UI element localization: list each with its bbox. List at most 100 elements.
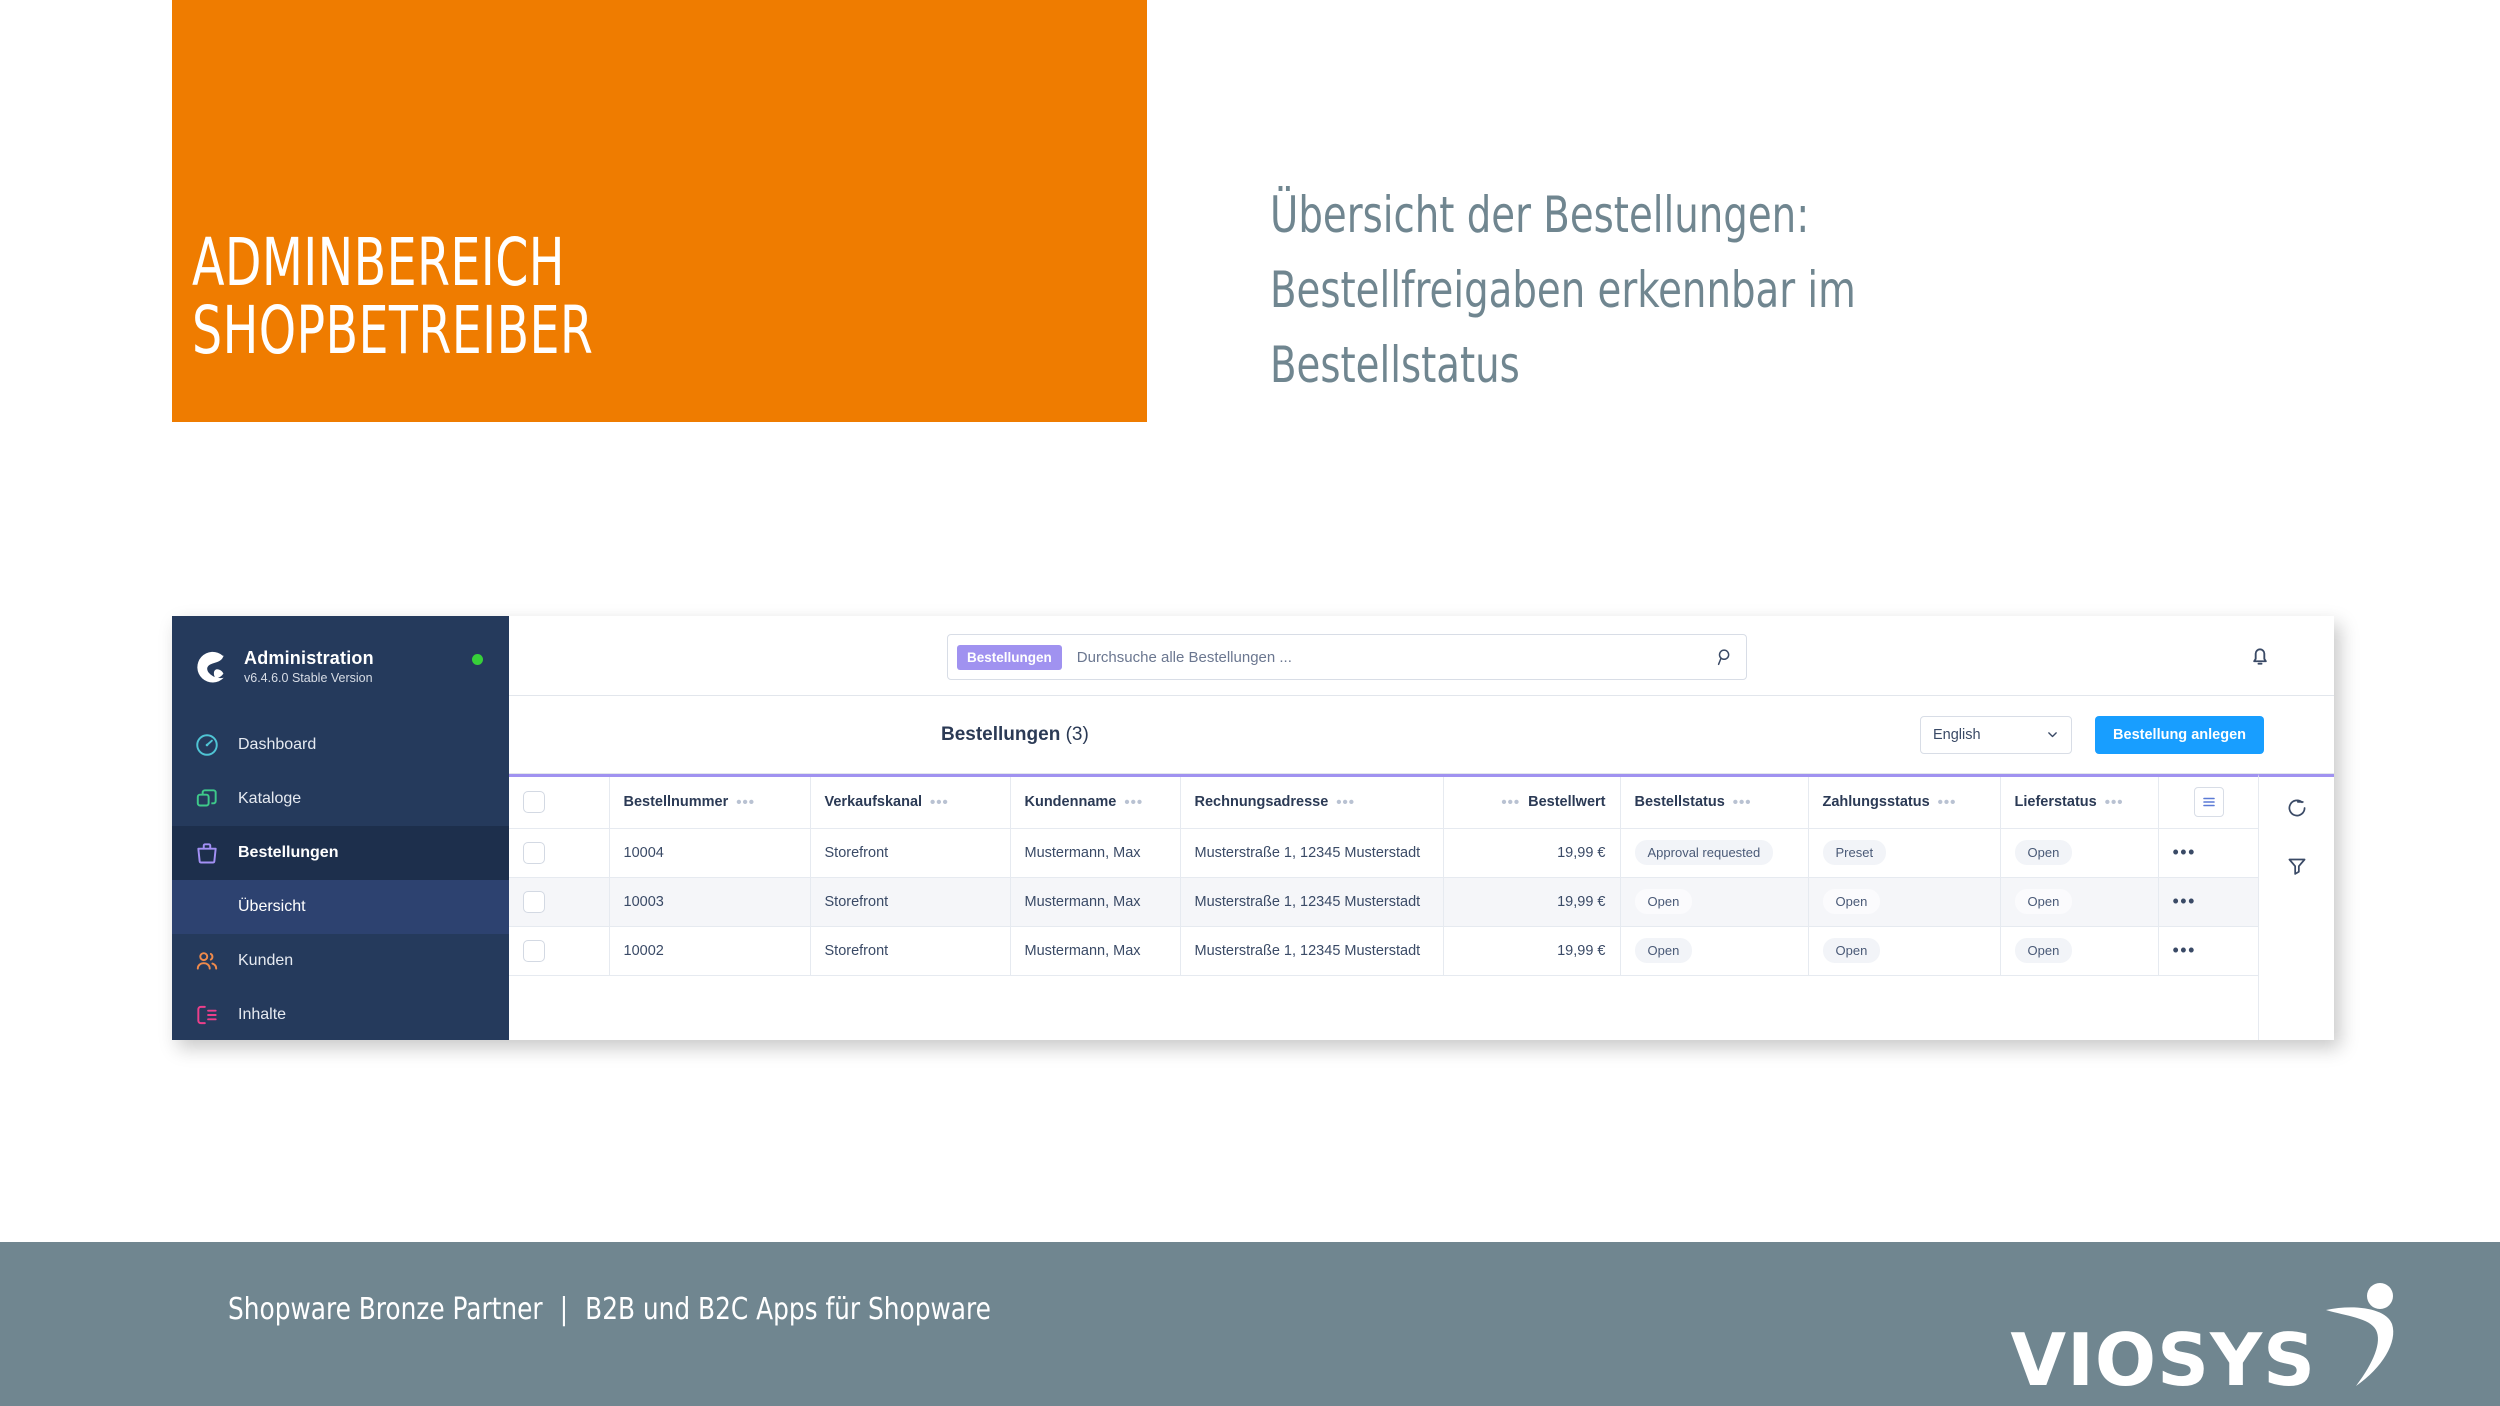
column-header-zahlungsstatus[interactable]: Zahlungsstatus ••• [1808, 777, 2001, 829]
table-row[interactable]: 10003 Storefront Mustermann, Max Musters… [509, 877, 2258, 927]
language-select[interactable]: English [1920, 715, 2072, 754]
admin-window: Administration v6.4.6.0 Stable Version D… [172, 616, 2334, 1040]
column-header-kundenname[interactable]: Kundenname ••• [1010, 777, 1181, 829]
sidebar-item-kunden[interactable]: Kunden [172, 934, 509, 988]
slide-heading-line-1: Übersicht der Bestellungen: [1270, 186, 1810, 244]
search-scope-chip[interactable]: Bestellungen [957, 644, 1062, 670]
slide-title-line-1: ADMINBEREICH [192, 224, 565, 302]
status-badge: Open [1634, 889, 1693, 914]
slide-root: ADMINBEREICH SHOPBETREIBER Übersicht der… [0, 0, 2500, 1406]
footer-text-left: Shopware Bronze Partner [228, 1292, 543, 1327]
row-checkbox[interactable] [523, 890, 545, 913]
column-header-lieferstatus[interactable]: Lieferstatus ••• [2000, 777, 2159, 829]
search-input[interactable]: Durchsuche alle Bestellungen ... [1062, 649, 1714, 666]
status-badge: Open [2014, 840, 2073, 865]
column-header-rechnungsadresse[interactable]: Rechnungsadresse ••• [1180, 777, 1444, 829]
row-actions-button[interactable]: ••• [2173, 842, 2196, 862]
cell-bestellwert: 19,99 € [1443, 926, 1621, 976]
row-actions-button[interactable]: ••• [2173, 891, 2196, 911]
content-icon [197, 1005, 217, 1025]
filter-icon[interactable] [2284, 853, 2310, 879]
status-badge: Open [2014, 889, 2073, 914]
admin-content: Bestellungen Durchsuche alle Bestellunge… [509, 616, 2334, 1040]
cell-row-actions: ••• [2158, 926, 2258, 976]
row-checkbox[interactable] [523, 939, 545, 962]
column-menu-icon[interactable]: ••• [1501, 795, 1520, 810]
cell-rechnungsadresse: Musterstraße 1, 12345 Musterstadt [1180, 926, 1444, 976]
notifications-button[interactable] [2246, 642, 2274, 670]
column-menu-icon[interactable]: ••• [930, 795, 949, 810]
select-all-header [509, 777, 610, 829]
cell-zahlungsstatus: Open [1808, 926, 2001, 976]
sidebar-subitem-uebersicht[interactable]: Übersicht [172, 880, 509, 934]
cell-row-actions: ••• [2158, 828, 2258, 878]
column-menu-icon[interactable]: ••• [1124, 795, 1143, 810]
status-dot [472, 654, 483, 665]
table-row[interactable]: 10002 Storefront Mustermann, Max Musters… [509, 926, 2258, 976]
sidebar-item-inhalte[interactable]: Inhalte [172, 988, 509, 1040]
column-menu-icon[interactable]: ••• [736, 795, 755, 810]
column-menu-icon[interactable]: ••• [1733, 795, 1752, 810]
orders-table: Bestellnummer ••• Verkaufskanal ••• Kund… [509, 777, 2258, 976]
column-header-bestellwert[interactable]: ••• Bestellwert [1443, 777, 1621, 829]
row-checkbox[interactable] [523, 841, 545, 864]
orders-table-zone: Bestellnummer ••• Verkaufskanal ••• Kund… [509, 774, 2334, 1040]
column-header-label: Zahlungsstatus [1822, 794, 1930, 811]
status-badge: Open [1822, 938, 1881, 963]
column-menu-icon[interactable]: ••• [1336, 795, 1355, 810]
cell-kundenname: Mustermann, Max [1010, 828, 1181, 878]
sidebar-item-label: Kataloge [238, 790, 302, 807]
list-settings-icon [2203, 797, 2215, 807]
footer-separator: | [559, 1292, 569, 1327]
bell-icon [2253, 648, 2267, 665]
search-icon[interactable] [1714, 646, 1736, 668]
cell-rechnungsadresse: Musterstraße 1, 12345 Musterstadt [1180, 877, 1444, 927]
column-menu-icon[interactable]: ••• [1938, 795, 1957, 810]
column-header-label: Rechnungsadresse [1194, 794, 1329, 811]
sidebar-item-dashboard[interactable]: Dashboard [172, 718, 509, 772]
page-title-text: Bestellungen [941, 723, 1061, 745]
sidebar-item-label: Inhalte [238, 1006, 287, 1023]
catalog-icon [196, 789, 217, 807]
cell-row-actions: ••• [2158, 877, 2258, 927]
cell-verkaufskanal: Storefront [810, 877, 1011, 927]
column-menu-icon[interactable]: ••• [2105, 795, 2124, 810]
cell-lieferstatus: Open [2000, 828, 2159, 878]
sidebar-item-kataloge[interactable]: Kataloge [172, 772, 509, 826]
status-badge: Open [1634, 938, 1693, 963]
sidebar-nav: Dashboard Kataloge Bestellungen Übersich… [172, 718, 509, 1040]
status-badge: Preset [1822, 840, 1887, 865]
shopware-logo-icon [197, 651, 224, 683]
refresh-icon[interactable] [2284, 795, 2310, 821]
column-settings-button[interactable] [2194, 787, 2224, 818]
cell-verkaufskanal: Storefront [810, 926, 1011, 976]
page-title-count: (3) [1065, 723, 1089, 745]
viosys-figure-icon [2326, 1283, 2394, 1386]
status-badge: Approval requested [1634, 840, 1774, 865]
column-header-bestellnummer[interactable]: Bestellnummer ••• [609, 777, 811, 829]
create-order-button[interactable]: Bestellung anlegen [2095, 715, 2264, 754]
column-header-verkaufskanal[interactable]: Verkaufskanal ••• [810, 777, 1011, 829]
column-header-bestellstatus[interactable]: Bestellstatus ••• [1620, 777, 1809, 829]
column-header-label: Bestellnummer [623, 794, 729, 811]
cell-bestellstatus: Approval requested [1620, 828, 1809, 878]
cell-zahlungsstatus: Open [1808, 877, 2001, 927]
table-row[interactable]: 10004 Storefront Mustermann, Max Musters… [509, 828, 2258, 878]
row-actions-button[interactable]: ••• [2173, 940, 2196, 960]
slide-heading: Übersicht der Bestellungen: Bestellfreig… [1270, 178, 2370, 403]
global-search-bar[interactable]: Bestellungen Durchsuche alle Bestellunge… [947, 634, 1747, 680]
sidebar-item-bestellungen[interactable]: Bestellungen [172, 826, 509, 880]
sidebar-item-label: Dashboard [238, 736, 317, 753]
cell-bestellnummer: 10002 [609, 926, 811, 976]
cell-bestellstatus: Open [1620, 926, 1809, 976]
sidebar-brand[interactable]: Administration v6.4.6.0 Stable Version [172, 616, 509, 696]
sidebar-app-title: Administration [244, 648, 374, 669]
slide-title-block: ADMINBEREICH SHOPBETREIBER [172, 0, 1147, 422]
cell-rechnungsadresse: Musterstraße 1, 12345 Musterstadt [1180, 828, 1444, 878]
cell-bestellstatus: Open [1620, 877, 1809, 927]
cell-bestellwert: 19,99 € [1443, 828, 1621, 878]
column-header-label: Lieferstatus [2014, 794, 2097, 811]
chevron-down-icon [2048, 732, 2057, 738]
select-all-checkbox[interactable] [523, 791, 545, 814]
column-header-label: Verkaufskanal [824, 794, 923, 811]
